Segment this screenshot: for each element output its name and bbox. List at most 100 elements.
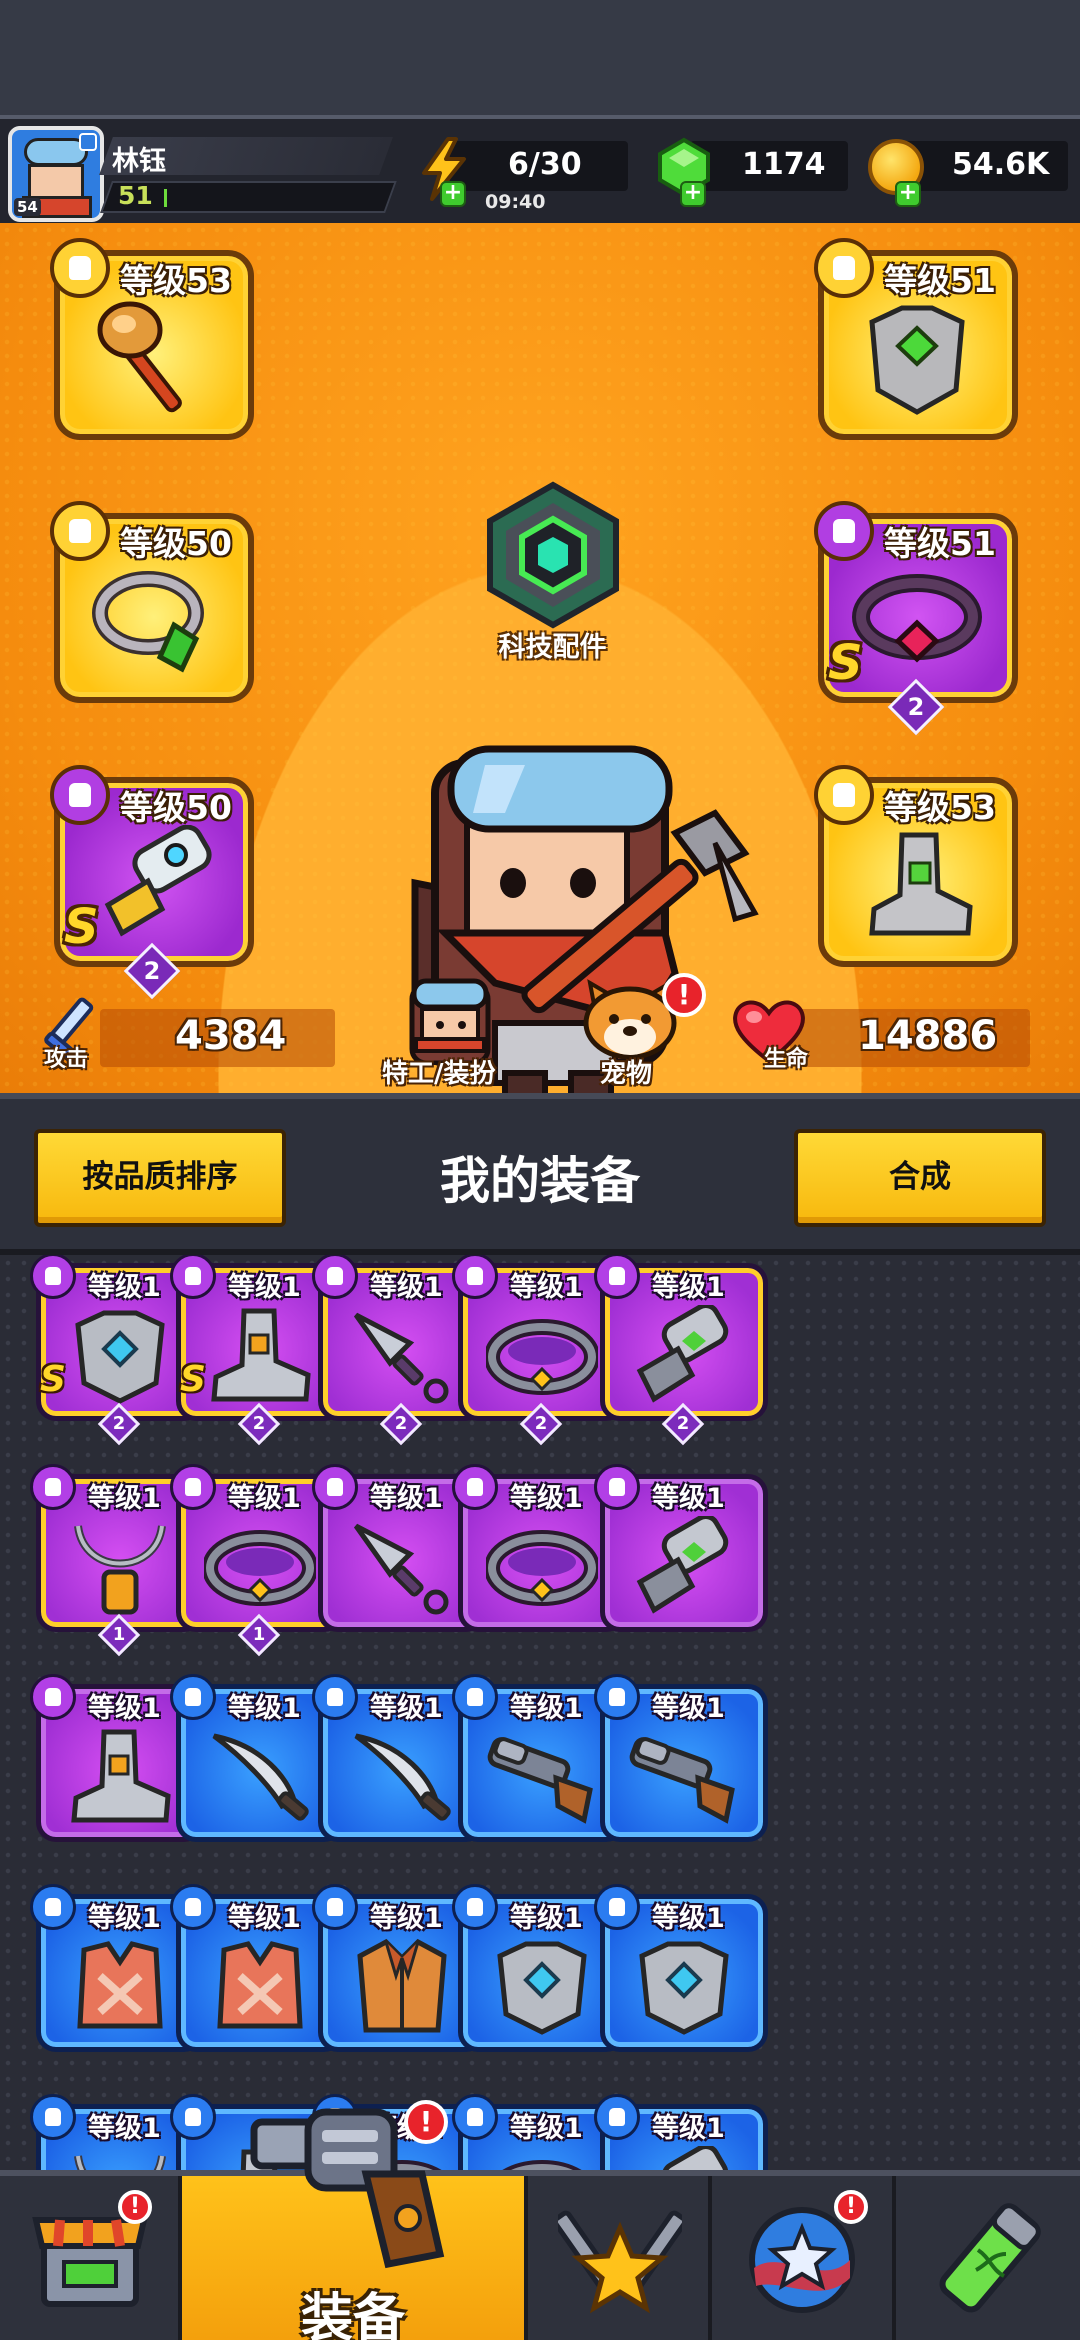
- nav-evolution[interactable]: [896, 2176, 1080, 2340]
- equip-slot-armor[interactable]: 等级51: [812, 238, 1022, 443]
- item-type-icon: [312, 1884, 358, 1930]
- hammer-icon: [97, 301, 182, 413]
- armor-icon: [639, 1941, 729, 2035]
- item-type-icon: [312, 1255, 358, 1299]
- item-type-icon: [312, 1674, 358, 1720]
- item-type-icon: [170, 1255, 216, 1299]
- vest-icon: [217, 1941, 303, 2029]
- inventory-item[interactable]: 等级1: [594, 1670, 774, 1855]
- armor-icon: [869, 305, 965, 415]
- item-level: 等级1: [510, 1693, 583, 1724]
- vip-badge-icon: [79, 133, 97, 151]
- nav-battle[interactable]: [528, 2176, 712, 2340]
- grade-s-badge: S: [180, 1359, 206, 1400]
- grade-s-badge: S: [64, 899, 99, 955]
- pet-alert-badge: !: [662, 973, 706, 1017]
- shotgun-icon: [629, 1737, 735, 1824]
- nav-talents[interactable]: !: [712, 2176, 896, 2340]
- hp-value: 14886: [858, 1013, 998, 1059]
- equip-slot-ring[interactable]: 等级50: [48, 501, 258, 706]
- grade-s-badge: S: [40, 1359, 66, 1400]
- belt-icon: [486, 1319, 598, 1395]
- gloves-type-icon: [50, 765, 110, 825]
- merge-button[interactable]: 合成: [794, 1129, 1046, 1227]
- item-level: 等级1: [510, 2113, 583, 2144]
- inventory-item[interactable]: 等级1: [594, 2090, 774, 2170]
- energy-value: 6/30: [508, 147, 582, 182]
- item-level: 等级1: [228, 1903, 301, 1934]
- boots-type-icon: [814, 765, 874, 825]
- equip-slot-weapon[interactable]: 等级53: [48, 238, 258, 443]
- item-type-icon: [170, 1464, 216, 1510]
- inventory-item[interactable]: 等级1: [594, 1880, 774, 2065]
- nav-shop[interactable]: !: [0, 2176, 182, 2340]
- item-type-icon: [452, 1884, 498, 1930]
- equip-level: 等级53: [120, 261, 232, 300]
- equipment-alert-badge: !: [404, 2100, 448, 2144]
- inventory-title: 我的装备: [440, 1152, 640, 1210]
- gold-value: 54.6K: [952, 147, 1050, 182]
- armor-icon: [75, 1310, 165, 1404]
- necklace-icon: [74, 2155, 166, 2170]
- item-type-icon: [30, 1464, 76, 1510]
- agent-costume-label[interactable]: 特工/装扮: [382, 1053, 496, 1090]
- belt-icon: [486, 1530, 598, 1606]
- item-level: 等级1: [88, 1903, 161, 1934]
- item-type-icon: [30, 1884, 76, 1930]
- equip-level: 等级51: [884, 261, 996, 300]
- equip-slot-belt[interactable]: 等级51 S 2: [812, 501, 1022, 736]
- inventory-grid: 等级1 S 2 等级1 S 2 等级1 2 等级1 2 等级1 2 等级1 1 等级1 1 等级1 等级1 等级1 等…: [0, 1255, 1080, 2170]
- item-level: 等级1: [510, 1272, 583, 1303]
- armor-type-icon: [814, 238, 874, 298]
- item-type-icon: [30, 2094, 76, 2140]
- item-level: 等级1: [88, 1272, 161, 1303]
- nav-equipment-label: 装备: [300, 2289, 405, 2340]
- inventory-item[interactable]: 等级1: [594, 1460, 774, 1645]
- attack-label: 攻击: [44, 1047, 89, 1072]
- item-type-icon: [594, 1674, 640, 1720]
- avatar-level: 54: [14, 198, 41, 216]
- item-level: 等级1: [652, 1483, 725, 1514]
- item-level: 等级1: [510, 1903, 583, 1934]
- status-bar-area: [0, 0, 1080, 115]
- add-gems-button[interactable]: +: [680, 181, 706, 207]
- belt-icon: [852, 574, 982, 663]
- item-level: 等级1: [652, 1693, 725, 1724]
- top-header: 54 林钰 51 + 6/30 09:40 + 1174 + 54.6K: [0, 115, 1080, 223]
- item-type-icon: [170, 1884, 216, 1930]
- add-energy-button[interactable]: +: [440, 181, 466, 207]
- item-level: 等级1: [370, 1483, 443, 1514]
- item-level: 等级1: [370, 1693, 443, 1724]
- item-level: 等级1: [652, 1272, 725, 1303]
- attack-value: 4384: [175, 1013, 287, 1059]
- bottom-nav: ! 装备 ! !: [0, 2100, 1080, 2340]
- player-avatar[interactable]: 54: [8, 126, 104, 222]
- pet-label[interactable]: 宠物: [600, 1053, 652, 1090]
- tech-parts-label[interactable]: 科技配件: [490, 625, 615, 664]
- item-type-icon: [30, 1674, 76, 1720]
- necklace-icon: [74, 1525, 166, 1615]
- equip-slot-boots[interactable]: 等级53: [812, 765, 1022, 970]
- inventory-item[interactable]: 等级1 2: [594, 1255, 774, 1446]
- grade-s-badge: S: [828, 635, 863, 691]
- item-level: 等级1: [510, 1483, 583, 1514]
- item-level: 等级1: [228, 1693, 301, 1724]
- ring-icon: [92, 571, 204, 673]
- energy-timer: 09:40: [485, 191, 546, 213]
- item-level: 等级1: [652, 1903, 725, 1934]
- gauntlet-icon: [104, 825, 212, 937]
- kunai-icon: [353, 1312, 449, 1404]
- agent-costume-icon[interactable]: [400, 975, 500, 1065]
- item-type-icon: [170, 2094, 216, 2140]
- sort-by-quality-button[interactable]: 按品质排序: [34, 1129, 286, 1227]
- item-level: 等级1: [88, 2113, 161, 2144]
- equip-level: 等级53: [884, 788, 996, 827]
- ring-type-icon: [50, 501, 110, 561]
- add-gold-button[interactable]: +: [895, 181, 921, 207]
- shotgun-icon: [487, 1737, 593, 1824]
- item-level: 等级1: [88, 1483, 161, 1514]
- jacket-icon: [357, 1938, 447, 2033]
- equip-slot-gloves[interactable]: 等级50 S 2: [48, 765, 258, 1000]
- crossed-swords-icon: [558, 2210, 682, 2314]
- tech-parts-icon[interactable]: [478, 481, 628, 629]
